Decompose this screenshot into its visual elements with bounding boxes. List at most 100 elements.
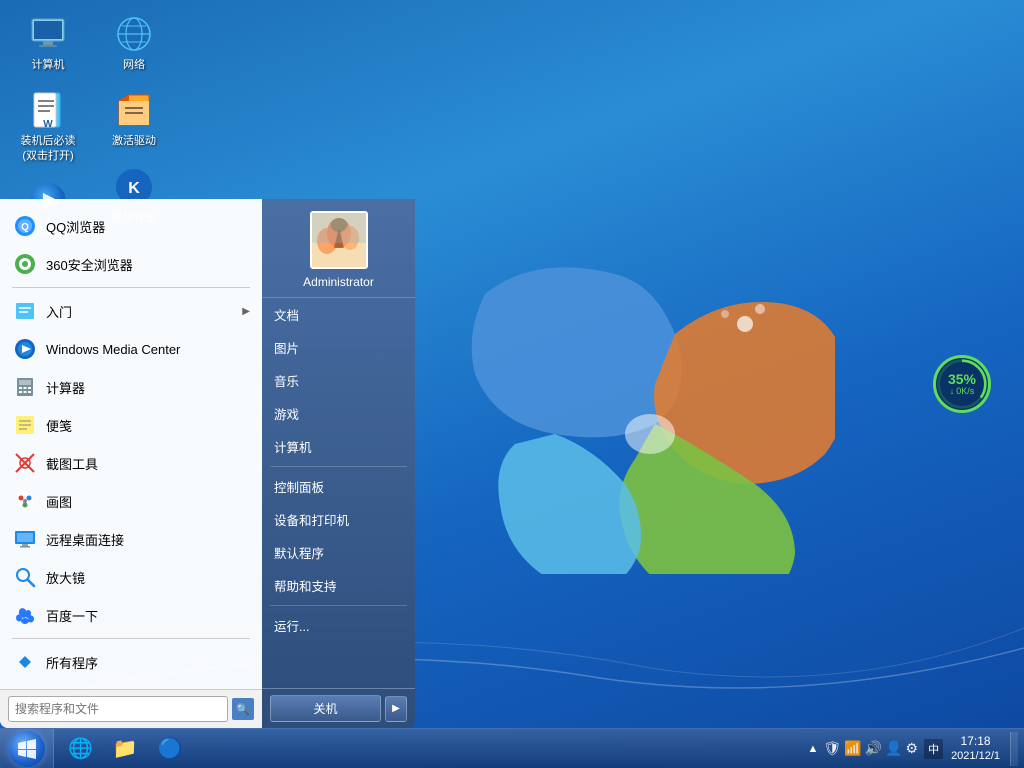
clock-area[interactable]: 17:18 2021/12/1	[945, 734, 1006, 764]
intro-label: 入门	[46, 302, 242, 321]
360-browser-icon	[12, 251, 38, 277]
run-label: 运行...	[274, 616, 309, 635]
start-menu-right: Administrator 文档 图片 音乐 游戏 计算机 控制面板	[262, 199, 415, 728]
post-install-icon-label: 装机后必读(双击打开)	[14, 134, 82, 163]
paint-icon	[12, 488, 38, 514]
lang-text: 中	[928, 744, 939, 756]
start-item-all-programs[interactable]: 所有程序	[0, 643, 262, 681]
taskbar-items: 🌐 📁 🔵	[54, 732, 796, 766]
start-item-sticky[interactable]: 便笺	[0, 406, 262, 444]
start-item-baidu[interactable]: 百度一下	[0, 596, 262, 634]
start-item-360-browser[interactable]: 360安全浏览器	[0, 245, 262, 283]
desktop-icon-computer[interactable]: 计算机	[10, 10, 86, 76]
shutdown-arrow[interactable]: ▶	[385, 696, 407, 722]
shutdown-area: 关机 ▶	[262, 688, 415, 728]
start-item-qq-browser[interactable]: Q QQ浏览器	[0, 207, 262, 245]
wmc-icon	[12, 336, 38, 362]
start-right-games[interactable]: 游戏	[262, 397, 415, 430]
snipping-label: 截图工具	[46, 454, 250, 473]
intro-arrow: ▶	[242, 306, 250, 317]
start-menu: Q QQ浏览器 360安全浏览器	[0, 199, 415, 728]
tray-shield-icon[interactable]: 🛡	[823, 740, 841, 757]
documents-label: 文档	[274, 305, 299, 324]
wmc-label: Windows Media Center	[46, 342, 250, 357]
search-box[interactable]	[8, 696, 228, 722]
start-item-intro[interactable]: 入门 ▶	[0, 292, 262, 330]
intro-icon	[12, 298, 38, 324]
start-right-music[interactable]: 音乐	[262, 364, 415, 397]
language-indicator[interactable]: 中	[924, 739, 943, 759]
start-search-area: 🔍	[0, 689, 262, 728]
search-input[interactable]	[15, 702, 221, 716]
start-right-pictures[interactable]: 图片	[262, 331, 415, 364]
start-right-default-programs[interactable]: 默认程序	[262, 536, 415, 569]
start-item-calculator[interactable]: 计算器	[0, 368, 262, 406]
start-item-remote[interactable]: 远程桌面连接	[0, 520, 262, 558]
clock-date: 2021/12/1	[951, 749, 1000, 763]
start-button[interactable]	[0, 729, 54, 768]
qq-browser-label: QQ浏览器	[46, 217, 250, 236]
magnifier-label: 放大镜	[46, 568, 250, 587]
taskbar-network-icon: 🌐	[68, 736, 93, 761]
start-divider-2	[12, 638, 250, 639]
360-browser-label: 360安全浏览器	[46, 255, 250, 274]
all-programs-label: 所有程序	[46, 653, 250, 672]
network-icon	[114, 14, 154, 54]
qq-browser-icon: Q	[12, 213, 38, 239]
sticky-label: 便笺	[46, 416, 250, 435]
start-right-run[interactable]: 运行...	[262, 609, 415, 642]
show-desktop-button[interactable]	[1010, 732, 1018, 766]
sticky-icon	[12, 412, 38, 438]
user-name: Administrator	[303, 275, 374, 289]
search-button[interactable]: 🔍	[232, 698, 254, 720]
taskbar-item-explorer[interactable]: 📁	[105, 732, 146, 766]
computer-icon	[28, 14, 68, 54]
tray-expand[interactable]: ▲	[806, 741, 821, 757]
tray-settings-icon[interactable]: ⚙	[906, 740, 919, 757]
tray-volume-icon[interactable]: 🔊	[865, 740, 882, 757]
activate-icon	[114, 90, 154, 130]
network-circle: 35% ↓ 0K/s	[933, 355, 991, 413]
snipping-icon	[12, 450, 38, 476]
start-item-snipping[interactable]: 截图工具	[0, 444, 262, 482]
start-item-paint[interactable]: 画图	[0, 482, 262, 520]
start-menu-items: Q QQ浏览器 360安全浏览器	[0, 199, 262, 689]
start-right-computer[interactable]: 计算机	[262, 430, 415, 463]
start-item-magnifier[interactable]: 放大镜	[0, 558, 262, 596]
desktop-icon-network[interactable]: 网络	[96, 10, 172, 76]
computer-icon-label: 计算机	[32, 58, 65, 72]
all-programs-icon	[12, 649, 38, 675]
svg-text:Q: Q	[21, 222, 29, 233]
magnifier-icon	[12, 564, 38, 590]
post-install-icon: W	[28, 90, 68, 130]
desktop: 计算机 W 装机后必读(双击打开)	[0, 0, 1024, 768]
remote-label: 远程桌面连接	[46, 530, 250, 549]
tray-area: ▲ 🛡 📶 🔊 👤 ⚙	[802, 740, 923, 757]
clock-time: 17:18	[961, 734, 991, 750]
svg-text:K: K	[128, 180, 140, 197]
default-programs-label: 默认程序	[274, 543, 324, 562]
svg-text:W: W	[43, 119, 53, 129]
tray-network-icon[interactable]: 📶	[844, 740, 861, 757]
taskbar-item-ie[interactable]: 🔵	[150, 732, 191, 766]
start-right-devices[interactable]: 设备和打印机	[262, 503, 415, 536]
shutdown-button[interactable]: 关机	[270, 695, 381, 722]
start-right-help[interactable]: 帮助和支持	[262, 569, 415, 602]
taskbar-explorer-icon: 📁	[113, 736, 138, 761]
start-right-documents[interactable]: 文档	[262, 298, 415, 331]
desktop-icon-activate[interactable]: 激活驱动	[96, 86, 172, 152]
control-panel-label: 控制面板	[274, 477, 324, 496]
user-avatar[interactable]	[310, 211, 368, 269]
right-divider	[270, 466, 407, 467]
start-right-control-panel[interactable]: 控制面板	[262, 470, 415, 503]
taskbar-item-network[interactable]: 🌐	[60, 732, 101, 766]
baidu-icon	[12, 602, 38, 628]
baidu-label: 百度一下	[46, 606, 250, 625]
taskbar: 🌐 📁 🔵 ▲ 🛡 📶 🔊 👤 ⚙ 中	[0, 728, 1024, 768]
tray-user-icon[interactable]: 👤	[885, 740, 902, 757]
start-orb	[9, 731, 45, 767]
taskbar-right: ▲ 🛡 📶 🔊 👤 ⚙ 中 17:18 2021/12/1	[796, 732, 1024, 766]
network-widget[interactable]: 35% ↓ 0K/s	[930, 352, 994, 416]
start-item-wmc[interactable]: Windows Media Center	[0, 330, 262, 368]
desktop-icon-post-install[interactable]: W 装机后必读(双击打开)	[10, 86, 86, 167]
